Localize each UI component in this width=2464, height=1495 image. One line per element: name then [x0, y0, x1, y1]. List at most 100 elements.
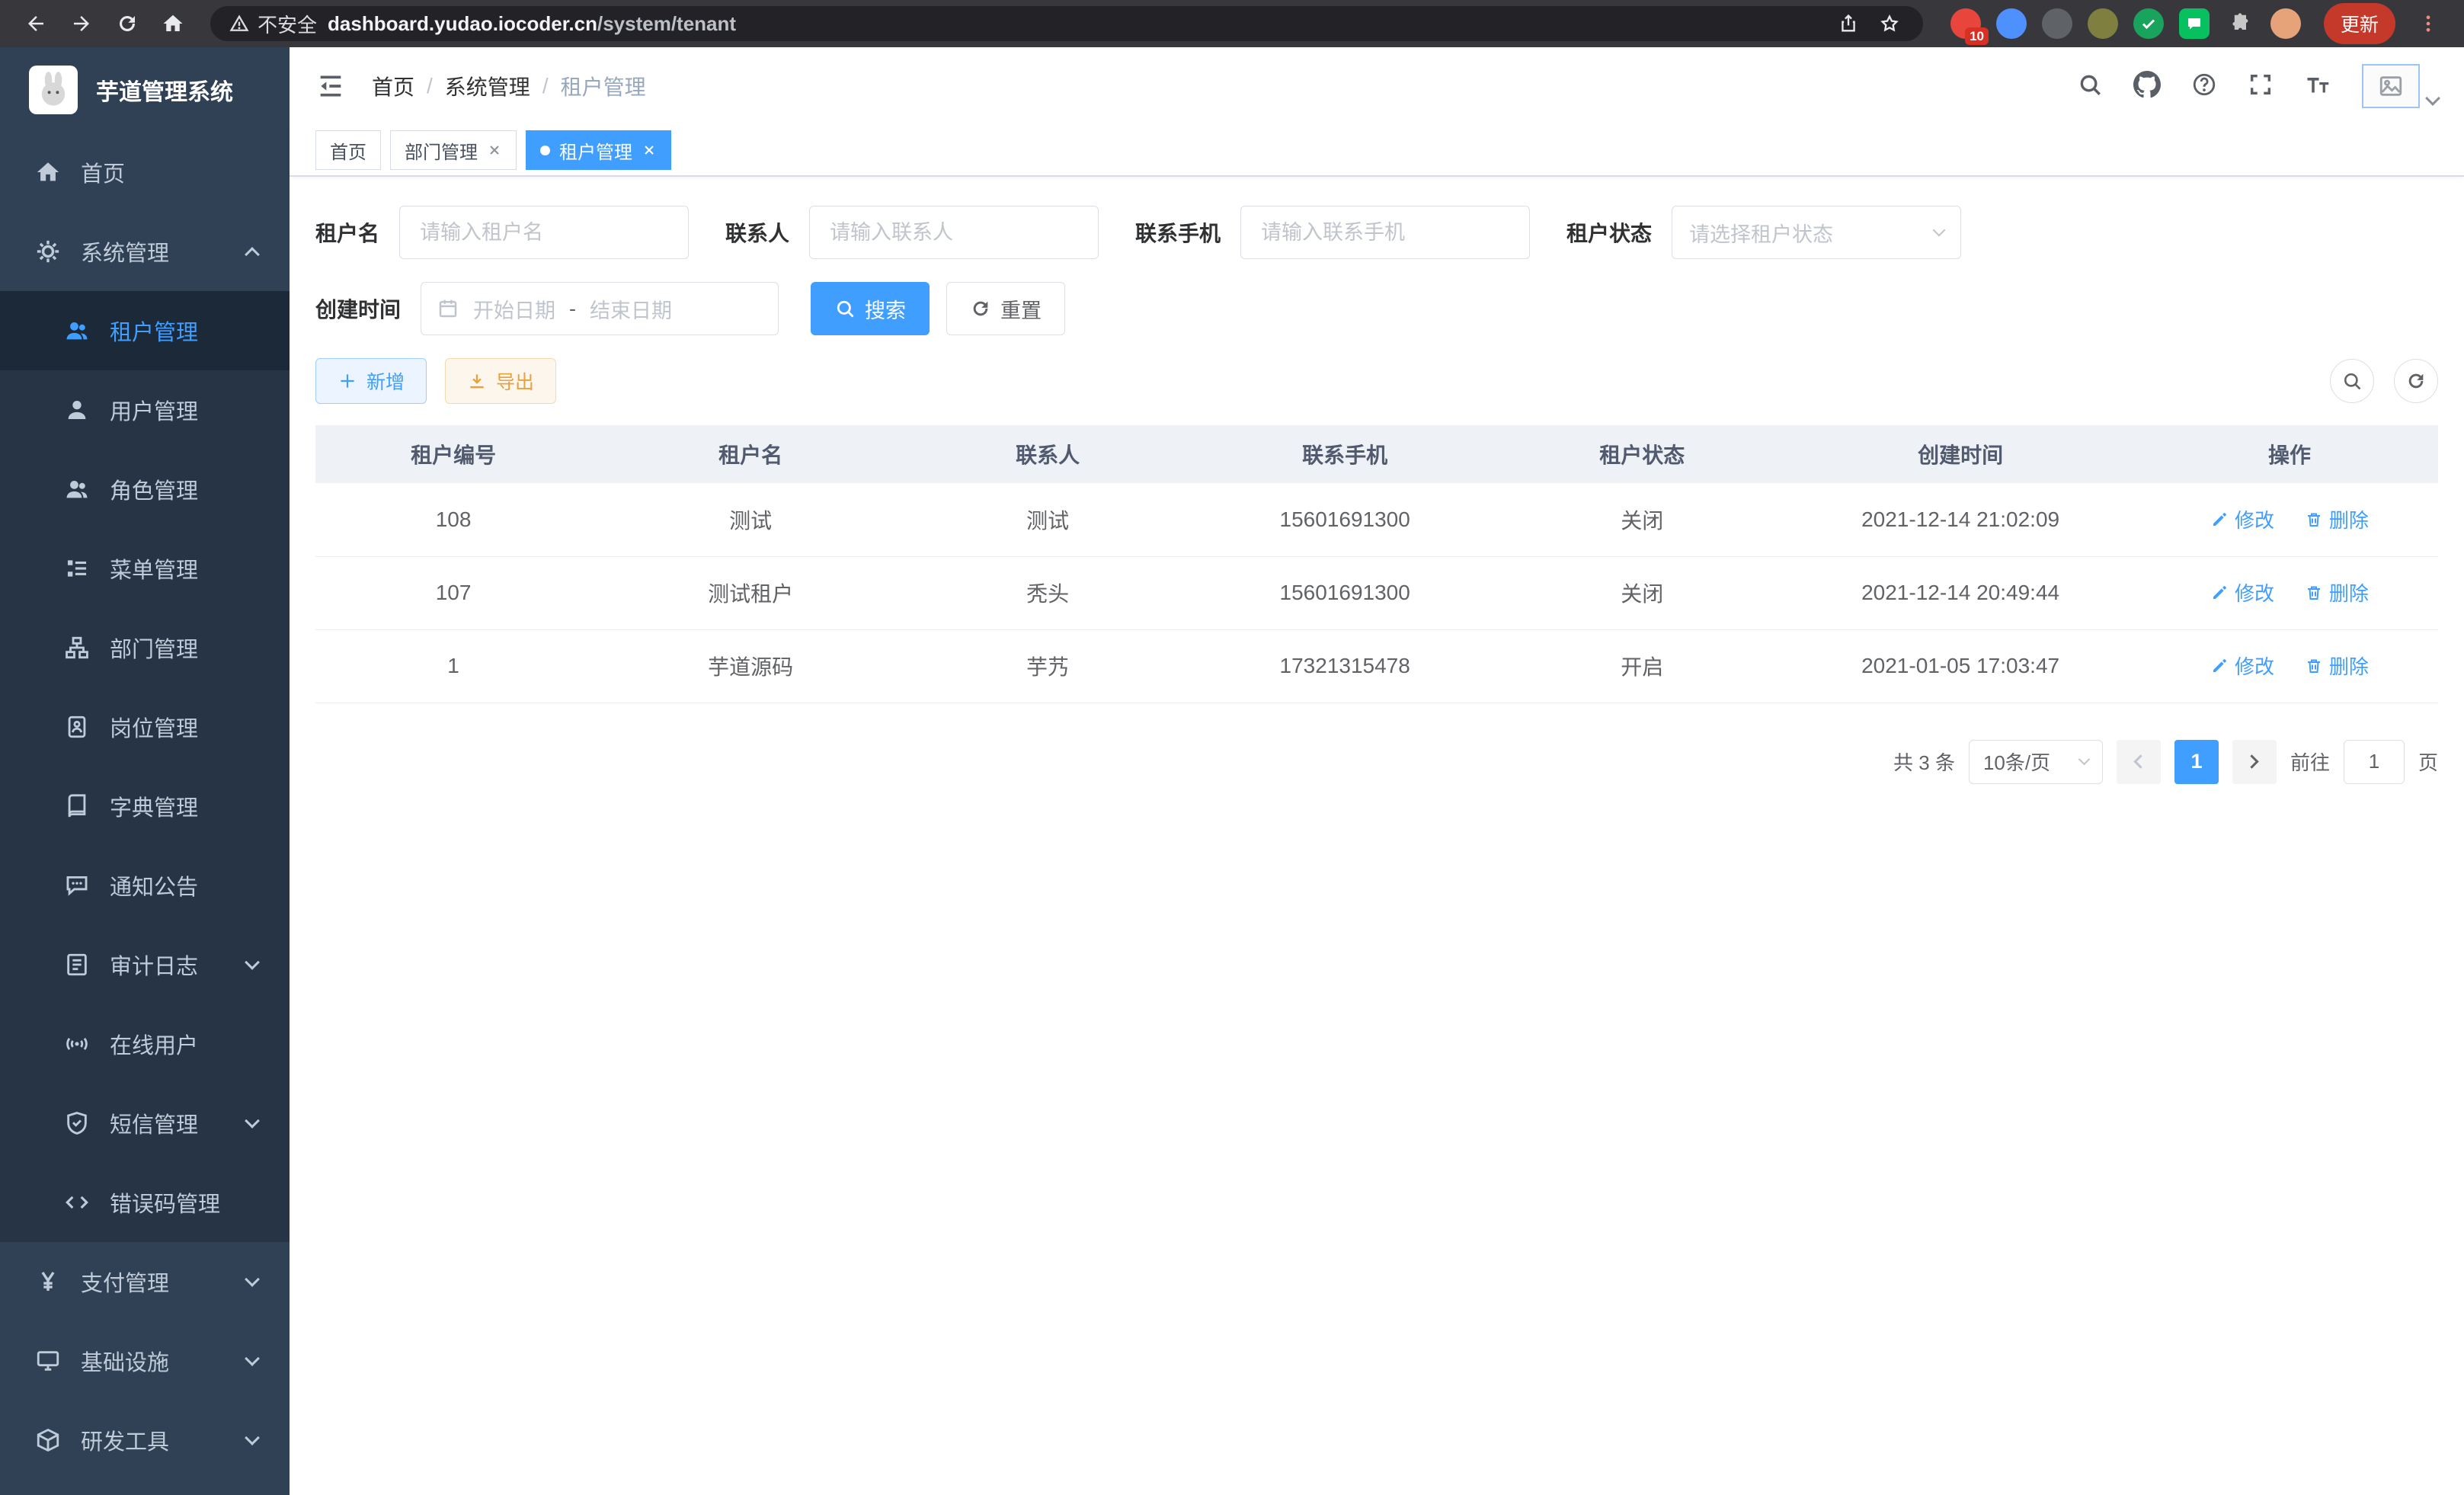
delete-label: 删除: [2329, 578, 2369, 607]
contact-input[interactable]: [809, 206, 1099, 259]
sidebar-item-dict[interactable]: 字典管理: [0, 767, 290, 846]
cube-icon: [35, 1427, 61, 1453]
cell-tenant-id: 1: [315, 629, 591, 703]
sidebar-item-post[interactable]: 岗位管理: [0, 687, 290, 767]
edit-button[interactable]: 修改: [2210, 651, 2274, 680]
next-page-button[interactable]: [2232, 740, 2277, 784]
tab-label: 租户管理: [559, 137, 632, 164]
profile-avatar[interactable]: [2270, 8, 2301, 39]
url-host: dashboard.yudao.iocoder.cn: [328, 12, 597, 35]
page-size-select[interactable]: 10条/页: [1969, 740, 2103, 784]
tab-home[interactable]: 首页: [315, 130, 381, 170]
delete-button[interactable]: 删除: [2305, 505, 2369, 533]
pencil-icon: [2210, 657, 2229, 675]
extension-icon-globe[interactable]: [2042, 8, 2072, 39]
sidebar-item-infra[interactable]: 基础设施: [0, 1321, 290, 1401]
sidebar-item-online-users[interactable]: 在线用户: [0, 1004, 290, 1084]
tab-tenant[interactable]: 租户管理: [526, 130, 671, 170]
column-header: 联系人: [910, 425, 1186, 483]
url-path: /system/tenant: [597, 12, 736, 35]
sidebar-item-audit-log[interactable]: 审计日志: [0, 925, 290, 1004]
sidebar-item-home[interactable]: 首页: [0, 133, 290, 212]
sidebar-item-error-code[interactable]: 错误码管理: [0, 1163, 290, 1242]
export-button[interactable]: 导出: [445, 358, 556, 404]
header-search-button[interactable]: [2077, 72, 2103, 101]
extension-icon-olive[interactable]: [2088, 8, 2118, 39]
cell-tenant-name: 测试: [591, 483, 910, 556]
close-icon[interactable]: [487, 142, 502, 158]
home-button[interactable]: [154, 5, 192, 43]
caret-down-icon: [2425, 91, 2440, 106]
breadcrumb-home[interactable]: 首页: [372, 71, 414, 101]
tab-dept[interactable]: 部门管理: [390, 130, 517, 170]
browser-menu-button[interactable]: [2409, 5, 2447, 43]
reload-button[interactable]: [108, 5, 146, 43]
edit-button[interactable]: 修改: [2210, 505, 2274, 533]
logo[interactable]: 芋道管理系统: [0, 47, 290, 133]
pencil-icon: [2210, 511, 2229, 529]
table-header-row: 租户编号 租户名 联系人 联系手机 租户状态 创建时间 操作: [315, 425, 2438, 483]
sidebar-item-role[interactable]: 角色管理: [0, 450, 290, 529]
browser-update-button[interactable]: 更新: [2324, 3, 2395, 44]
cell-actions: 修改 删除: [2141, 483, 2438, 556]
extensions-menu-button[interactable]: [2225, 8, 2255, 39]
status-select[interactable]: 请选择租户状态: [1672, 206, 1961, 259]
delete-button[interactable]: 删除: [2305, 578, 2369, 607]
sidebar-item-sms[interactable]: 短信管理: [0, 1084, 290, 1163]
breadcrumb-system[interactable]: 系统管理: [445, 71, 530, 101]
security-label: 不安全: [258, 10, 317, 38]
close-icon[interactable]: [642, 142, 657, 158]
share-button[interactable]: [1833, 8, 1864, 39]
toggle-search-button[interactable]: [2330, 359, 2374, 403]
sidebar-item-label: 租户管理: [110, 315, 198, 347]
edit-button[interactable]: 修改: [2210, 578, 2274, 607]
page-number-button[interactable]: 1: [2174, 740, 2219, 784]
reset-button[interactable]: 重置: [946, 282, 1065, 335]
security-indicator[interactable]: 不安全: [229, 10, 317, 38]
extension-icon-red[interactable]: 10: [1950, 8, 1981, 39]
delete-button[interactable]: 删除: [2305, 651, 2369, 680]
forward-button[interactable]: [62, 5, 101, 43]
user-menu[interactable]: [2362, 64, 2438, 108]
trash-icon: [2305, 657, 2323, 675]
font-size-button[interactable]: [2304, 71, 2331, 102]
sidebar-item-devtools[interactable]: 研发工具: [0, 1401, 290, 1480]
back-button[interactable]: [17, 5, 55, 43]
fullscreen-button[interactable]: [2248, 72, 2274, 101]
sidebar-item-dept[interactable]: 部门管理: [0, 608, 290, 687]
sidebar-item-user[interactable]: 用户管理: [0, 370, 290, 450]
book-icon: [64, 793, 90, 819]
sidebar-item-label: 菜单管理: [110, 552, 198, 584]
logo-image: [29, 66, 78, 114]
search-button[interactable]: 搜索: [811, 282, 930, 335]
date-range-picker[interactable]: 开始日期 - 结束日期: [421, 282, 779, 335]
prev-page-button[interactable]: [2117, 740, 2161, 784]
chevron-left-icon: [2134, 754, 2148, 768]
message-icon: [64, 872, 90, 898]
extension-icon-blue[interactable]: [1996, 8, 2027, 39]
sidebar-item-tenant[interactable]: 租户管理: [0, 291, 290, 370]
sidebar-item-label: 首页: [81, 156, 125, 188]
goto-page-input[interactable]: [2344, 740, 2405, 784]
code-icon: [64, 1189, 90, 1215]
phone-input[interactable]: [1240, 206, 1530, 259]
sidebar-item-notice[interactable]: 通知公告: [0, 846, 290, 925]
rabbit-icon: [34, 70, 73, 110]
help-button[interactable]: [2191, 72, 2217, 101]
refresh-table-button[interactable]: [2394, 359, 2438, 403]
sidebar-item-menu[interactable]: 菜单管理: [0, 529, 290, 608]
sidebar-item-system[interactable]: 系统管理: [0, 212, 290, 291]
extension-icon-green-square[interactable]: [2179, 8, 2210, 39]
bookmark-button[interactable]: [1874, 8, 1905, 39]
avatar: [2362, 64, 2420, 108]
tenant-name-input[interactable]: [399, 206, 689, 259]
sidebar-item-payment[interactable]: 支付管理: [0, 1242, 290, 1321]
sidebar-collapse-button[interactable]: [315, 71, 346, 101]
github-button[interactable]: [2133, 71, 2161, 102]
home-icon: [35, 159, 61, 185]
address-bar[interactable]: 不安全 dashboard.yudao.iocoder.cn/system/te…: [210, 6, 1923, 41]
column-header: 联系手机: [1186, 425, 1504, 483]
add-button[interactable]: 新增: [315, 358, 427, 404]
cell-status: 开启: [1504, 629, 1780, 703]
extension-icon-green-check[interactable]: [2133, 8, 2164, 39]
